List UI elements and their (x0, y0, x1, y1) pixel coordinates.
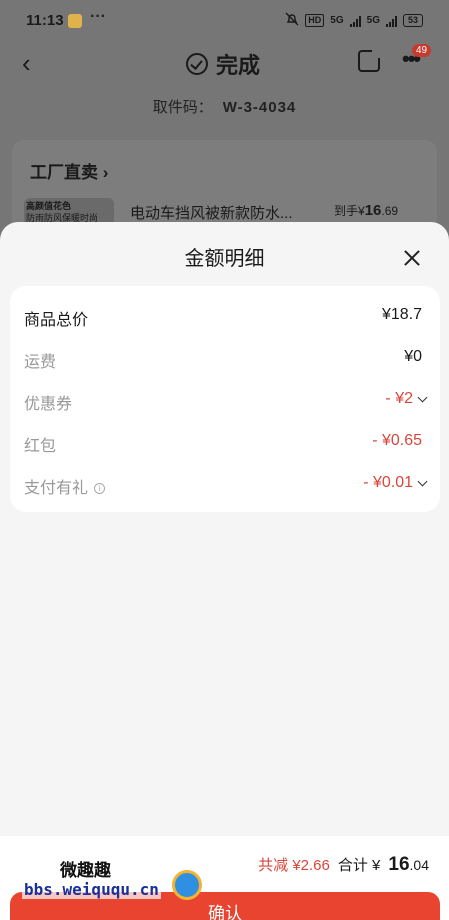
chevron-down-icon (417, 392, 428, 402)
product-price: 到手¥16.69 (334, 202, 398, 219)
row-coupon[interactable]: 优惠券 - ¥2 (24, 390, 428, 414)
row-value[interactable]: - ¥2 (385, 390, 428, 408)
notification-app-icon (68, 14, 82, 28)
total-main: 16 (388, 854, 410, 875)
price-prefix: 到手¥ (334, 204, 365, 218)
pickup-code: 取件码： W-3-4034 (0, 96, 449, 117)
top-nav: ‹ 完成 ••• 49 (0, 44, 449, 84)
row-shipping: 运费 ¥0 (24, 348, 426, 372)
row-goods-total: 商品总价 ¥18.7 (24, 306, 426, 330)
share-icon[interactable] (358, 48, 382, 72)
clock: 11:13 (26, 12, 64, 29)
back-chevron-icon[interactable]: ‹ (22, 48, 31, 79)
hd-icon: HD (305, 14, 325, 27)
watermark: 微趣趣 bbs.weiququ.cn (22, 856, 222, 916)
row-label: 商品总价 (24, 312, 89, 329)
row-label: 支付有礼 i (24, 474, 106, 498)
total-saved: 共减 ¥2.66 (258, 857, 330, 874)
signal-icon-2 (385, 15, 397, 27)
signal-icon (349, 15, 361, 27)
page-title: 完成 (216, 53, 261, 78)
row-payment-gift[interactable]: 支付有礼 i - ¥0.01 (24, 474, 428, 498)
thumbnail-text-line1: 高颜值花色 (26, 201, 72, 211)
payment-gift-label: 支付有礼 (24, 480, 89, 497)
row-red-packet: 红包 - ¥0.65 (24, 432, 426, 456)
status-bar: 11:13 ··· HD 5G 5G 53 (0, 0, 449, 44)
mascot-icon (172, 870, 202, 900)
pickup-label: 取件码： (152, 99, 213, 116)
payment-gift-amount: - ¥0.01 (363, 474, 413, 491)
row-value[interactable]: - ¥0.01 (363, 474, 428, 492)
net-label-1: 5G (330, 15, 344, 26)
order-status: 完成 (186, 48, 260, 80)
pickup-code-value: W-3-4034 (222, 99, 297, 116)
totals: 共减 ¥2.66 合计 ¥ 16.04 (258, 854, 429, 876)
amount-detail-sheet: 金额明细 商品总价 ¥18.7 运费 ¥0 优惠券 - ¥2 红包 - ¥0.6… (0, 222, 449, 920)
thumbnail-text: 高颜值花色 防雨防风保暖时尚 (26, 200, 98, 224)
status-icons: HD 5G 5G 53 (285, 12, 423, 29)
info-icon[interactable]: i (94, 483, 106, 494)
watermark-title: 微趣趣 (60, 861, 111, 880)
message-badge: 49 (412, 44, 432, 57)
row-label: 红包 (24, 438, 57, 455)
close-icon[interactable] (400, 246, 424, 270)
total-amount: 16.04 (388, 854, 429, 876)
check-circle-icon (186, 53, 208, 75)
total-decimal: .04 (409, 857, 429, 873)
price-decimal: .69 (381, 204, 399, 218)
sheet-title: 金额明细 (184, 248, 265, 270)
amount-detail-card: 商品总价 ¥18.7 运费 ¥0 优惠券 - ¥2 红包 - ¥0.65 支付有… (10, 286, 440, 512)
battery-icon: 53 (402, 14, 423, 27)
row-value: ¥0 (404, 348, 422, 365)
row-value: - ¥0.65 (372, 432, 422, 449)
chevron-down-icon (417, 476, 428, 486)
total-label: 合计 ¥ (337, 857, 381, 874)
more-notifications-icon: ··· (90, 8, 106, 25)
mute-bell-icon (285, 12, 299, 29)
product-name[interactable]: 电动车挡风被新款防水... (130, 202, 293, 223)
factory-direct-link[interactable]: 工厂直卖 › (30, 158, 108, 183)
watermark-url: bbs.weiququ.cn (22, 880, 161, 899)
row-value: ¥18.7 (381, 306, 422, 323)
net-label-2: 5G (366, 15, 380, 26)
row-label: 优惠券 (24, 396, 73, 413)
coupon-amount: - ¥2 (385, 390, 413, 407)
row-label: 运费 (24, 354, 57, 371)
price-main: 16 (364, 202, 382, 219)
